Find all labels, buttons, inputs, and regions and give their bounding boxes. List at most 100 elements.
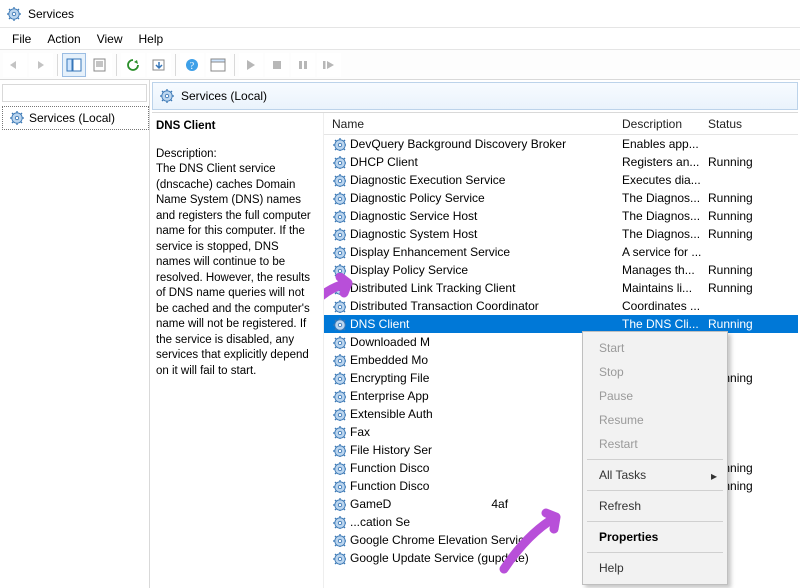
- gear-icon: [332, 443, 346, 457]
- ctx-refresh[interactable]: Refresh: [585, 494, 725, 518]
- refresh-button[interactable]: [121, 53, 145, 77]
- chevron-right-icon: ▸: [711, 469, 717, 483]
- menubar: File Action View Help: [0, 28, 800, 50]
- ctx-pause[interactable]: Pause: [585, 384, 725, 408]
- service-status: Running: [708, 317, 778, 331]
- column-header-description[interactable]: Description: [622, 117, 708, 131]
- gear-icon: [9, 110, 25, 126]
- nav-forward-button[interactable]: [29, 53, 53, 77]
- service-description: Enables app...: [622, 137, 708, 151]
- gear-icon: [332, 371, 346, 385]
- gear-icon: [332, 479, 346, 493]
- ctx-separator: [587, 490, 723, 491]
- service-status: Running: [708, 209, 778, 223]
- results-title: Services (Local): [181, 89, 267, 103]
- service-row[interactable]: Display Enhancement Service A service for…: [324, 243, 798, 261]
- service-name: Google Update Service (gupdate): [350, 551, 529, 565]
- gear-icon: [332, 425, 346, 439]
- service-name: Embedded Mo: [350, 353, 428, 367]
- menu-action[interactable]: Action: [39, 30, 88, 48]
- column-headers: Name Description Status: [324, 113, 798, 135]
- gear-icon: [332, 461, 346, 475]
- menu-view[interactable]: View: [89, 30, 131, 48]
- ctx-restart[interactable]: Restart: [585, 432, 725, 456]
- service-row[interactable]: Distributed Link Tracking ClientMaintain…: [324, 279, 798, 297]
- service-name: DevQuery Background Discovery Broker: [350, 137, 566, 151]
- gear-icon: [332, 191, 346, 205]
- export-list-button[interactable]: [147, 53, 171, 77]
- service-description: A service for ...: [622, 245, 708, 259]
- service-status: Running: [708, 155, 778, 169]
- service-row[interactable]: Display Policy ServiceManages th...Runni…: [324, 261, 798, 279]
- menu-file[interactable]: File: [4, 30, 39, 48]
- gear-icon: [332, 137, 346, 151]
- ctx-properties[interactable]: Properties: [585, 525, 725, 549]
- service-name: Distributed Transaction Coordinator: [350, 299, 539, 313]
- restart-service-button[interactable]: [317, 53, 341, 77]
- service-name: Display Enhancement Service: [350, 245, 510, 259]
- gear-icon: [332, 263, 346, 277]
- service-status: Running: [708, 227, 778, 241]
- ctx-help[interactable]: Help: [585, 556, 725, 580]
- ctx-stop[interactable]: Stop: [585, 360, 725, 384]
- service-name: File History Ser: [350, 443, 432, 457]
- window-title: Services: [28, 7, 74, 21]
- stop-service-button[interactable]: [265, 53, 289, 77]
- tree-node-services-local[interactable]: Services (Local): [2, 106, 149, 130]
- description-label: Description:: [156, 147, 315, 163]
- service-name: Function Disco: [350, 461, 429, 475]
- properties-toolbar-button[interactable]: [88, 53, 112, 77]
- help-button[interactable]: ?: [180, 53, 204, 77]
- show-hide-tree-button[interactable]: [62, 53, 86, 77]
- tree-node-label: Services (Local): [29, 111, 115, 125]
- service-row[interactable]: Diagnostic Policy ServiceThe Diagnos...R…: [324, 189, 798, 207]
- service-description: Maintains li...: [622, 281, 708, 295]
- gear-icon: [332, 353, 346, 367]
- start-service-button[interactable]: [239, 53, 263, 77]
- gear-icon: [332, 551, 346, 565]
- service-name: Diagnostic Execution Service: [350, 173, 505, 187]
- gear-icon: [332, 173, 346, 187]
- menu-help[interactable]: Help: [131, 30, 172, 48]
- pause-service-button[interactable]: [291, 53, 315, 77]
- service-row[interactable]: DHCP Client Registers an...Running: [324, 153, 798, 171]
- toolbar-separator: [116, 54, 117, 76]
- service-name: Extensible Auth: [350, 407, 433, 421]
- service-row[interactable]: Diagnostic System HostThe Diagnos...Runn…: [324, 225, 798, 243]
- ctx-resume[interactable]: Resume: [585, 408, 725, 432]
- service-description: Registers an...: [622, 155, 708, 169]
- nav-back-button[interactable]: [3, 53, 27, 77]
- tree-header: [2, 84, 147, 102]
- ctx-separator: [587, 552, 723, 553]
- service-name: Enterprise App: [350, 389, 429, 403]
- toolbar-separator: [175, 54, 176, 76]
- gear-icon: [159, 88, 175, 104]
- service-row[interactable]: Diagnostic Execution Service Executes dia…: [324, 171, 798, 189]
- column-header-name[interactable]: Name: [324, 117, 622, 131]
- service-row[interactable]: Diagnostic Service HostThe Diagnos...Run…: [324, 207, 798, 225]
- service-name: Google Chrome Elevation Service: [350, 533, 531, 547]
- gear-icon: [332, 533, 346, 547]
- view-detail-button[interactable]: [206, 53, 230, 77]
- service-name: Downloaded M: [350, 335, 430, 349]
- service-name: DHCP Client: [350, 155, 418, 169]
- context-menu: Start Stop Pause Resume Restart All Task…: [582, 331, 728, 585]
- gear-icon: [332, 317, 346, 331]
- service-row[interactable]: DevQuery Background Discovery Broker Enab…: [324, 135, 798, 153]
- ctx-all-tasks[interactable]: All Tasks▸: [585, 463, 725, 487]
- detail-description: The DNS Client service (dnscache) caches…: [156, 162, 315, 379]
- toolbar-separator: [234, 54, 235, 76]
- service-row[interactable]: Distributed Transaction CoordinatorCoord…: [324, 297, 798, 315]
- column-header-status[interactable]: Status: [708, 117, 778, 131]
- ctx-separator: [587, 521, 723, 522]
- gear-icon: [332, 155, 346, 169]
- service-description: The DNS Cli...: [622, 317, 708, 331]
- ctx-start[interactable]: Start: [585, 336, 725, 360]
- gear-icon: [332, 497, 346, 511]
- console-tree-pane: Services (Local): [0, 80, 150, 588]
- services-app-icon: [6, 6, 22, 22]
- service-description: Executes dia...: [622, 173, 708, 187]
- gear-icon: [332, 299, 346, 313]
- toolbar: ?: [0, 50, 800, 80]
- ctx-separator: [587, 459, 723, 460]
